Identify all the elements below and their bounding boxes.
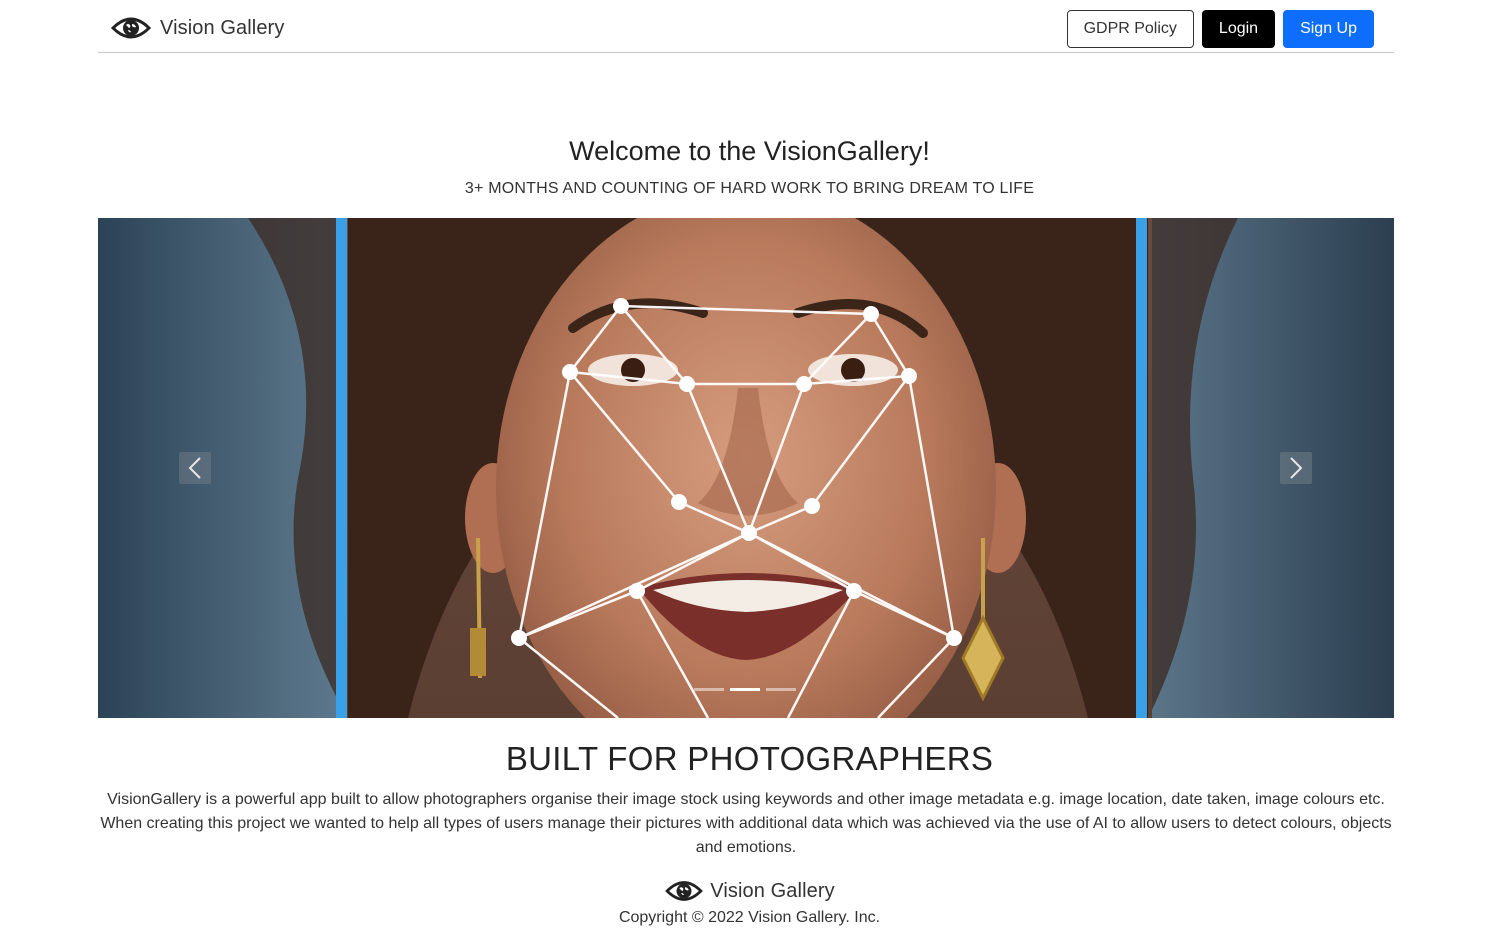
hero-subtitle: 3+ MONTHS AND COUNTING OF HARD WORK TO B…: [464, 180, 1035, 197]
carousel-indicator-2[interactable]: [730, 688, 760, 691]
nav-actions: GDPR Policy Login Sign Up: [1066, 10, 1374, 48]
eye-globe-logo-icon: [111, 17, 151, 39]
sign-up-button[interactable]: Sign Up: [1283, 10, 1374, 48]
about-description: VisionGallery is a powerful app built to…: [100, 791, 1392, 856]
carousel-indicator-1[interactable]: [694, 688, 724, 691]
navbar: Vision Gallery GDPR Policy Login Sign Up: [98, 0, 1394, 53]
footer-brand[interactable]: Vision Gallery: [0, 876, 1499, 906]
footer-brand-name: Vision Gallery: [710, 879, 835, 902]
carousel-prev-button[interactable]: [179, 452, 211, 484]
chevron-right-icon: [1290, 457, 1303, 479]
carousel-indicators: [694, 688, 796, 691]
gdpr-policy-button[interactable]: GDPR Policy: [1066, 10, 1194, 48]
about-title: BUILT FOR PHOTOGRAPHERS: [505, 740, 994, 777]
carousel-indicator-3[interactable]: [766, 688, 796, 691]
carousel-slide-image: [98, 218, 1394, 718]
brand-name: Vision Gallery: [160, 16, 285, 39]
chevron-left-icon: [188, 457, 201, 479]
navbar-brand[interactable]: Vision Gallery: [111, 12, 284, 44]
login-button[interactable]: Login: [1201, 10, 1276, 48]
hero-title: Welcome to the VisionGallery!: [569, 136, 930, 166]
eye-globe-logo-icon: [665, 881, 704, 901]
image-carousel: [98, 218, 1394, 718]
copyright-text: Copyright © 2022 Vision Gallery. Inc.: [618, 909, 881, 926]
carousel-next-button[interactable]: [1280, 452, 1312, 484]
